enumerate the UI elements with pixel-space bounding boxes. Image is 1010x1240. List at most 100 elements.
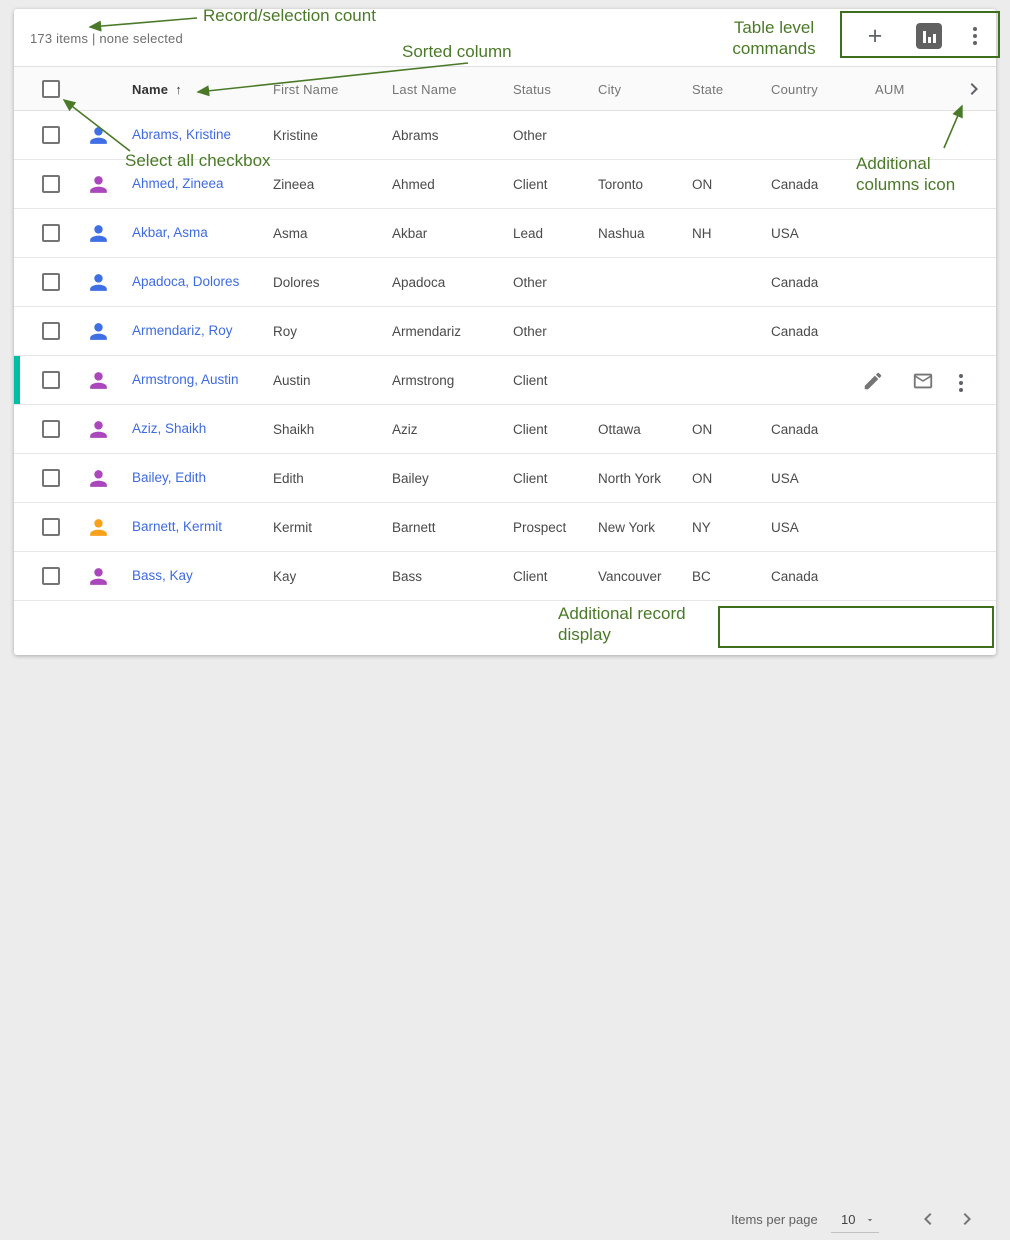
contact-name-link[interactable]: Apadoca, Dolores (132, 274, 239, 289)
sort-ascending-icon: ↑ (175, 82, 182, 97)
contact-name-link[interactable]: Abrams, Kristine (132, 127, 231, 142)
row-checkbox[interactable] (42, 224, 60, 242)
first-name-cell: Kermit (273, 520, 312, 535)
country-cell: Canada (771, 177, 818, 192)
chart-icon (916, 23, 942, 49)
contact-name-link[interactable]: Bailey, Edith (132, 470, 206, 485)
row-checkbox[interactable] (42, 371, 60, 389)
last-name-cell: Bass (392, 569, 422, 584)
status-cell: Client (513, 569, 548, 584)
first-name-cell: Edith (273, 471, 304, 486)
column-header-country[interactable]: Country (771, 82, 818, 97)
person-icon (86, 221, 111, 246)
status-cell: Client (513, 177, 548, 192)
column-header-city[interactable]: City (598, 82, 621, 97)
column-header-aum[interactable]: AUM (875, 82, 905, 97)
country-cell: Canada (771, 275, 818, 290)
chevron-right-icon (955, 1207, 979, 1231)
status-cell: Prospect (513, 520, 566, 535)
row-checkbox[interactable] (42, 322, 60, 340)
row-highlight-bar (14, 356, 20, 404)
contact-name-link[interactable]: Aziz, Shaikh (132, 421, 206, 436)
annotation-sorted-column: Sorted column (402, 41, 512, 62)
city-cell: North York (598, 471, 661, 486)
last-name-cell: Armendariz (392, 324, 461, 339)
contact-name-link[interactable]: Akbar, Asma (132, 225, 208, 240)
table-row: Bass, Kay Kay Bass Client Vancouver BC C… (14, 552, 996, 601)
status-cell: Client (513, 373, 548, 388)
add-record-button[interactable]: + (861, 22, 889, 50)
edit-icon (862, 370, 884, 392)
chevron-left-icon (916, 1207, 940, 1231)
row-checkbox[interactable] (42, 126, 60, 144)
state-cell: BC (692, 569, 711, 584)
table-row: Bailey, Edith Edith Bailey Client North … (14, 454, 996, 503)
row-checkbox[interactable] (42, 518, 60, 536)
column-header-name[interactable]: Name ↑ (132, 82, 182, 97)
column-label: Name (132, 82, 168, 97)
edit-record-button[interactable] (862, 369, 886, 393)
status-cell: Other (513, 275, 547, 290)
dropdown-caret-icon (865, 1215, 875, 1225)
country-cell: Canada (771, 324, 818, 339)
contact-name-link[interactable]: Armstrong, Austin (132, 372, 239, 387)
last-name-cell: Aziz (392, 422, 418, 437)
items-per-page-label: Items per page (731, 1212, 818, 1227)
table-row: Apadoca, Dolores Dolores Apadoca Other C… (14, 258, 996, 307)
person-icon (86, 368, 111, 393)
annotation-select-all: Select all checkbox (125, 150, 271, 171)
table-row: Barnett, Kermit Kermit Barnett Prospect … (14, 503, 996, 552)
row-checkbox[interactable] (42, 420, 60, 438)
last-name-cell: Armstrong (392, 373, 454, 388)
contact-name-link[interactable]: Ahmed, Zineea (132, 176, 224, 191)
row-checkbox[interactable] (42, 469, 60, 487)
person-icon (86, 417, 111, 442)
contact-name-link[interactable]: Bass, Kay (132, 568, 193, 583)
chart-view-button[interactable] (915, 22, 943, 50)
annotation-table-commands: Table level commands (718, 17, 830, 59)
record-selection-count: 173 items | none selected (30, 31, 183, 46)
person-icon (86, 123, 111, 148)
status-cell: Other (513, 128, 547, 143)
table-more-button[interactable] (961, 22, 989, 50)
table-body: Abrams, Kristine Kristine Abrams Other A… (14, 111, 996, 601)
column-header-state[interactable]: State (692, 82, 723, 97)
table-row: Akbar, Asma Asma Akbar Lead Nashua NH US… (14, 209, 996, 258)
first-name-cell: Dolores (273, 275, 320, 290)
person-icon (86, 564, 111, 589)
status-cell: Other (513, 324, 547, 339)
state-cell: ON (692, 471, 712, 486)
page-size-value: 10 (841, 1212, 855, 1227)
mail-icon (912, 370, 934, 392)
next-page-button[interactable] (955, 1207, 979, 1231)
annotation-record-count: Record/selection count (203, 5, 376, 26)
status-cell: Lead (513, 226, 543, 241)
column-header-status[interactable]: Status (513, 82, 551, 97)
last-name-cell: Abrams (392, 128, 439, 143)
last-name-cell: Barnett (392, 520, 436, 535)
row-checkbox[interactable] (42, 175, 60, 193)
page-size-select[interactable]: 10 (831, 1207, 879, 1233)
person-icon (86, 515, 111, 540)
last-name-cell: Ahmed (392, 177, 435, 192)
last-name-cell: Bailey (392, 471, 429, 486)
add-icon: + (868, 24, 883, 48)
first-name-cell: Asma (273, 226, 308, 241)
contact-name-link[interactable]: Armendariz, Roy (132, 323, 233, 338)
contacts-table-card: 173 items | none selected + Name ↑ First … (14, 9, 996, 655)
column-header-last-name[interactable]: Last Name (392, 82, 457, 97)
person-icon (86, 270, 111, 295)
contact-name-link[interactable]: Barnett, Kermit (132, 519, 222, 534)
pagination-controls: Items per page 10 (718, 1198, 994, 1240)
row-more-button[interactable] (959, 371, 983, 395)
first-name-cell: Kristine (273, 128, 318, 143)
previous-page-button[interactable] (916, 1207, 940, 1231)
person-icon (86, 466, 111, 491)
row-checkbox[interactable] (42, 273, 60, 291)
email-record-button[interactable] (912, 369, 936, 393)
chevron-right-icon (962, 77, 986, 101)
row-checkbox[interactable] (42, 567, 60, 585)
additional-columns-button[interactable] (962, 77, 986, 101)
select-all-checkbox[interactable] (42, 80, 60, 98)
column-header-first-name[interactable]: First Name (273, 82, 339, 97)
